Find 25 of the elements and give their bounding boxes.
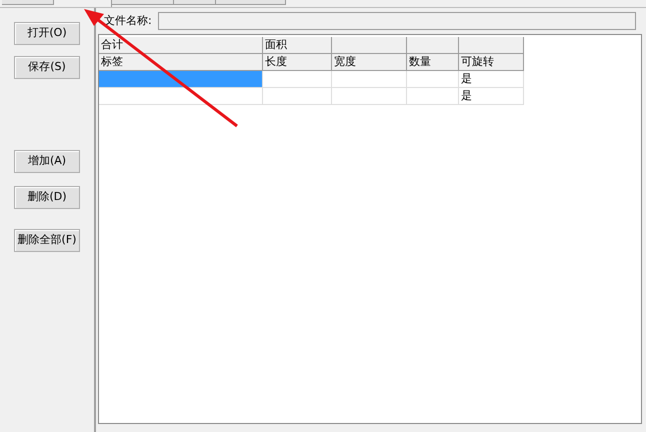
summary-cell — [459, 37, 524, 54]
table-cell — [407, 71, 459, 88]
summary-cell: 面积 — [263, 37, 332, 54]
tab[interactable] — [174, 0, 216, 5]
tab[interactable] — [2, 0, 54, 5]
table-cell: 是 — [459, 71, 524, 88]
column-header: 数量 — [407, 54, 459, 71]
summary-cell — [407, 37, 459, 54]
table-cell — [263, 88, 332, 105]
toolbar-button[interactable]: 增加(A) — [14, 150, 80, 173]
toolbar-button[interactable]: 打开(O) — [14, 22, 80, 45]
column-header: 可旋转 — [459, 54, 524, 71]
table-cell — [407, 88, 459, 105]
toolbar-button[interactable]: 删除(D) — [14, 186, 80, 209]
toolbar-button[interactable]: 保存(S) — [14, 56, 80, 79]
tab[interactable] — [112, 0, 174, 5]
column-header: 宽度 — [332, 54, 407, 71]
file-name-field[interactable] — [158, 12, 636, 30]
table-cell: 是 — [459, 88, 524, 105]
column-header: 长度 — [263, 54, 332, 71]
summary-cell: 合计 — [99, 37, 263, 54]
toolbar-button[interactable]: 删除全部(F) — [14, 229, 80, 252]
table-cell — [263, 71, 332, 88]
tab[interactable] — [216, 0, 286, 5]
column-header: 标签 — [99, 54, 263, 71]
